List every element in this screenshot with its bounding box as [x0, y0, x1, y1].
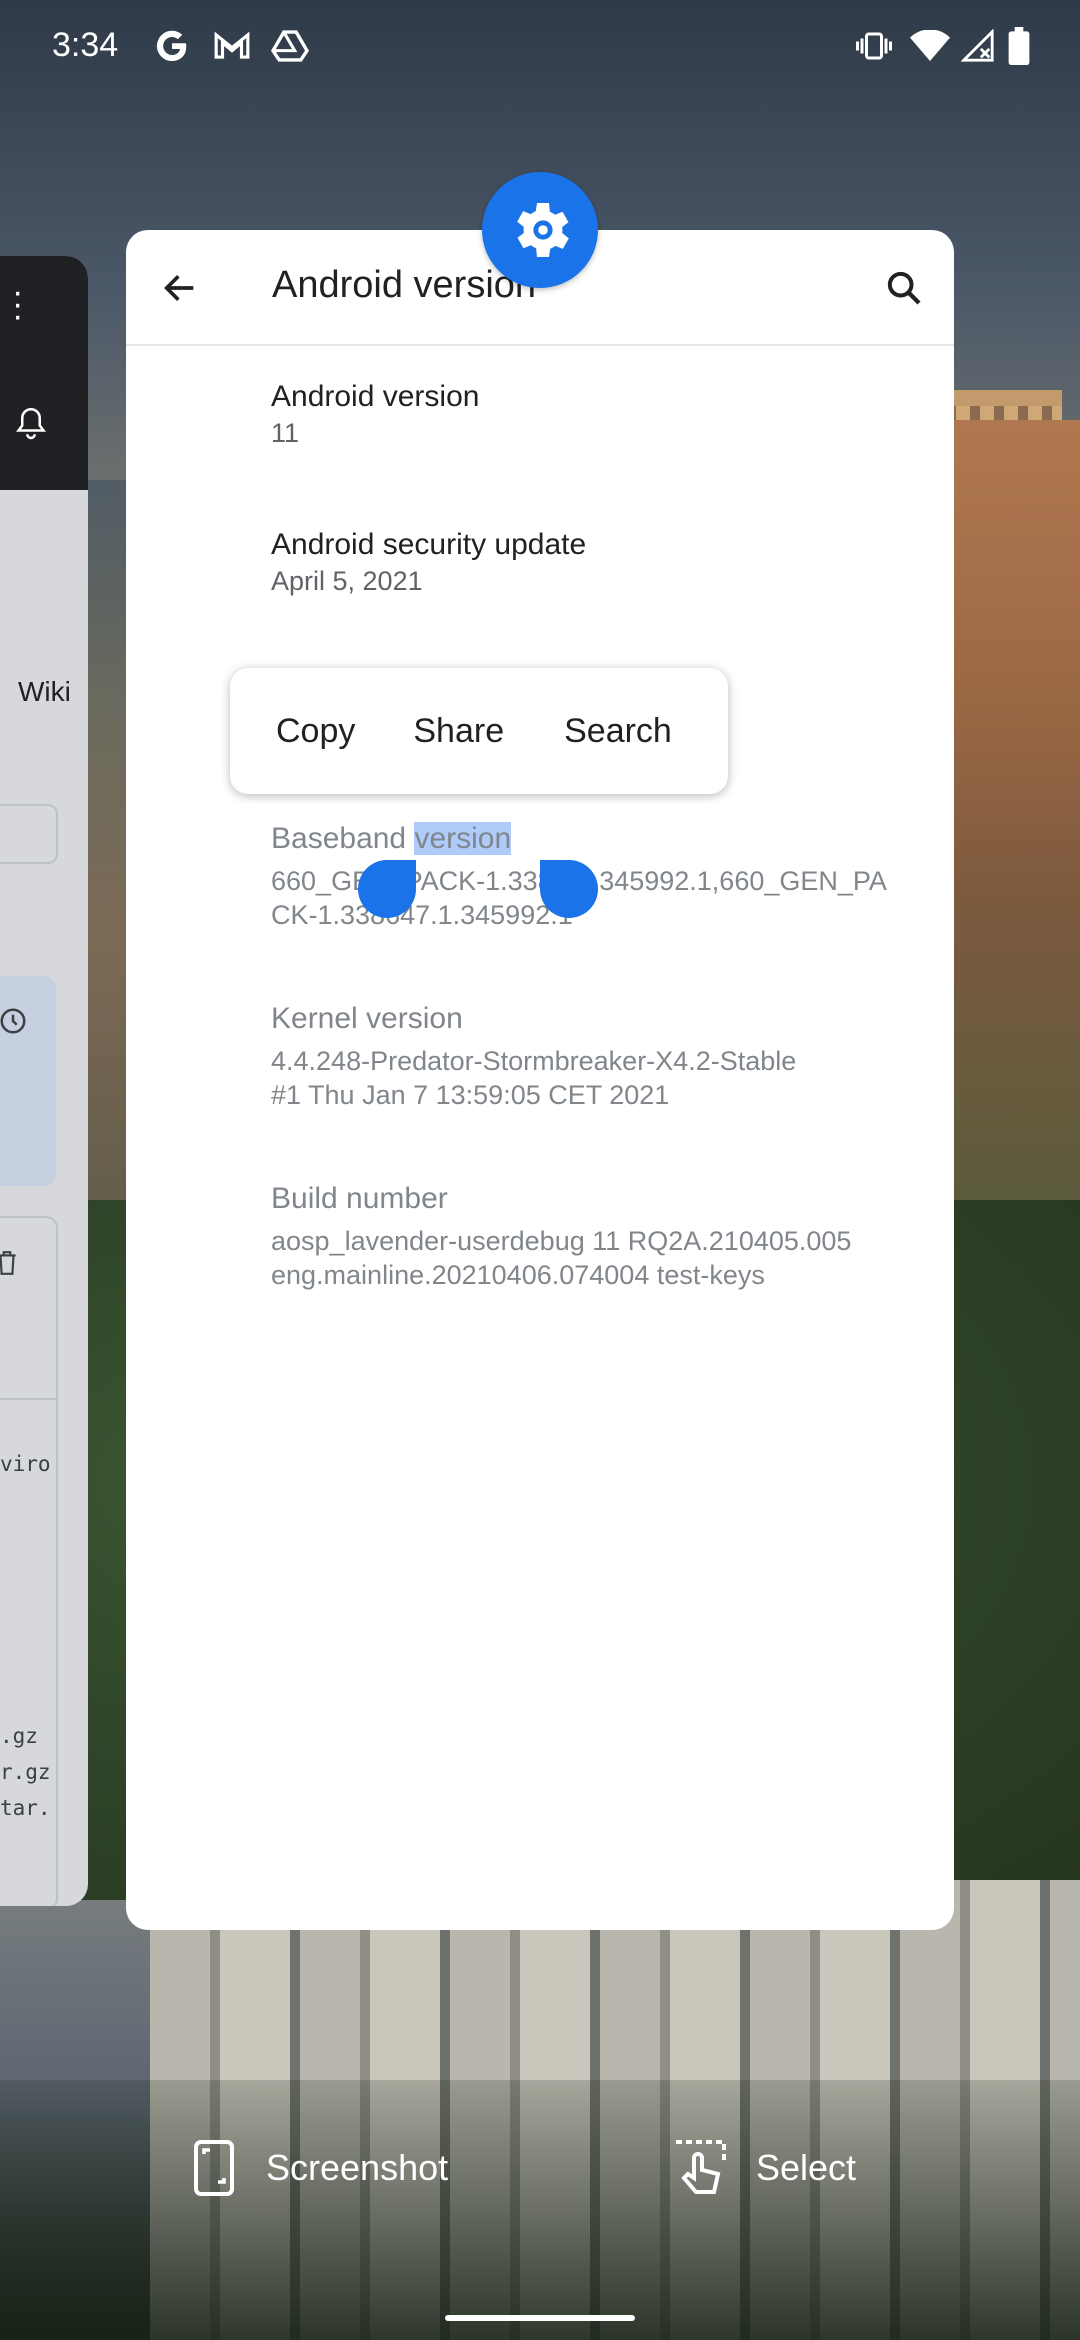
left-card-button [0, 804, 58, 864]
google-icon [150, 24, 194, 68]
setting-title-text: Baseband [271, 822, 415, 855]
recent-app-card-left[interactable]: · · · Wiki viro .gz r.gz tar. [0, 256, 88, 1906]
screenshot-label: Screenshot [266, 2147, 449, 2188]
settings-app-card[interactable]: Android version Android version 11 Andro… [126, 230, 954, 1930]
select-button[interactable]: Select [672, 2138, 856, 2198]
setting-kernel-version[interactable]: Kernel version 4.4.248-Predator-Stormbre… [271, 1000, 796, 1112]
wallpaper-foreground [0, 2080, 1080, 2340]
status-time: 3:34 [52, 26, 119, 64]
history-icon [0, 1008, 26, 1034]
wiki-tab-label: Wiki [18, 676, 71, 707]
page-title: Android version [272, 264, 537, 306]
code-line: .gz [0, 1724, 38, 1748]
selection-handle-start[interactable] [358, 860, 416, 918]
code-line: viro [0, 1452, 51, 1476]
setting-title: Android security update [271, 528, 587, 561]
vibrate-icon [854, 24, 894, 68]
code-line: r.gz [0, 1760, 51, 1784]
setting-value: 4.4.248-Predator-Stormbreaker-X4.2-Stabl… [271, 1046, 797, 1076]
selected-text[interactable]: version [414, 822, 512, 855]
code-line: tar. [0, 1796, 51, 1820]
setting-title: Build number [271, 1182, 448, 1215]
setting-title: Android version [271, 380, 480, 413]
setting-title: Kernel version [271, 1002, 463, 1035]
setting-title: Baseband version [271, 820, 887, 858]
setting-build-number[interactable]: Build number aosp_lavender-userdebug 11 … [271, 1180, 851, 1292]
setting-value: April 5, 2021 [271, 566, 423, 596]
setting-value: eng.mainline.20210406.074004 test-keys [271, 1260, 765, 1290]
history-panel [0, 976, 56, 1186]
screenshot-icon [194, 2140, 234, 2196]
setting-value: #1 Thu Jan 7 13:59:05 CET 2021 [271, 1080, 670, 1110]
battery-icon [1004, 24, 1034, 68]
delete-icon [0, 1251, 16, 1275]
signal-icon [958, 24, 998, 68]
setting-value-part: 1.345992.1,660_GEN_PA [576, 866, 887, 896]
gesture-navigation-bar[interactable] [445, 2315, 635, 2321]
wallpaper-cliff [940, 420, 1080, 1200]
gear-icon [517, 203, 569, 257]
gmail-icon [210, 24, 254, 68]
bell-icon [16, 407, 46, 440]
select-label: Select [756, 2147, 857, 2188]
share-button[interactable]: Share [413, 712, 504, 751]
text-selection-menu: Copy Share Search [230, 668, 728, 794]
drive-icon [268, 24, 312, 68]
setting-value: aosp_lavender-userdebug 11 RQ2A.210405.0… [271, 1226, 852, 1256]
left-card-toolbar: · · · [0, 256, 88, 490]
back-arrow-icon[interactable] [160, 268, 200, 308]
select-icon [676, 2140, 726, 2194]
search-button[interactable]: Search [564, 712, 672, 751]
screenshot-button[interactable]: Screenshot [192, 2138, 448, 2198]
selection-handle-end[interactable] [540, 860, 598, 918]
more-options-icon: · · · [12, 273, 24, 335]
setting-security-update[interactable]: Android security update April 5, 2021 [271, 526, 586, 598]
setting-value: 11 [271, 418, 300, 448]
settings-app-icon[interactable] [482, 172, 598, 288]
wifi-icon [908, 24, 952, 68]
search-icon[interactable] [884, 268, 924, 308]
setting-android-version[interactable]: Android version 11 [271, 378, 479, 450]
divider [0, 1398, 56, 1400]
status-bar: 3:34 [0, 0, 1080, 96]
copy-button[interactable]: Copy [276, 712, 355, 751]
